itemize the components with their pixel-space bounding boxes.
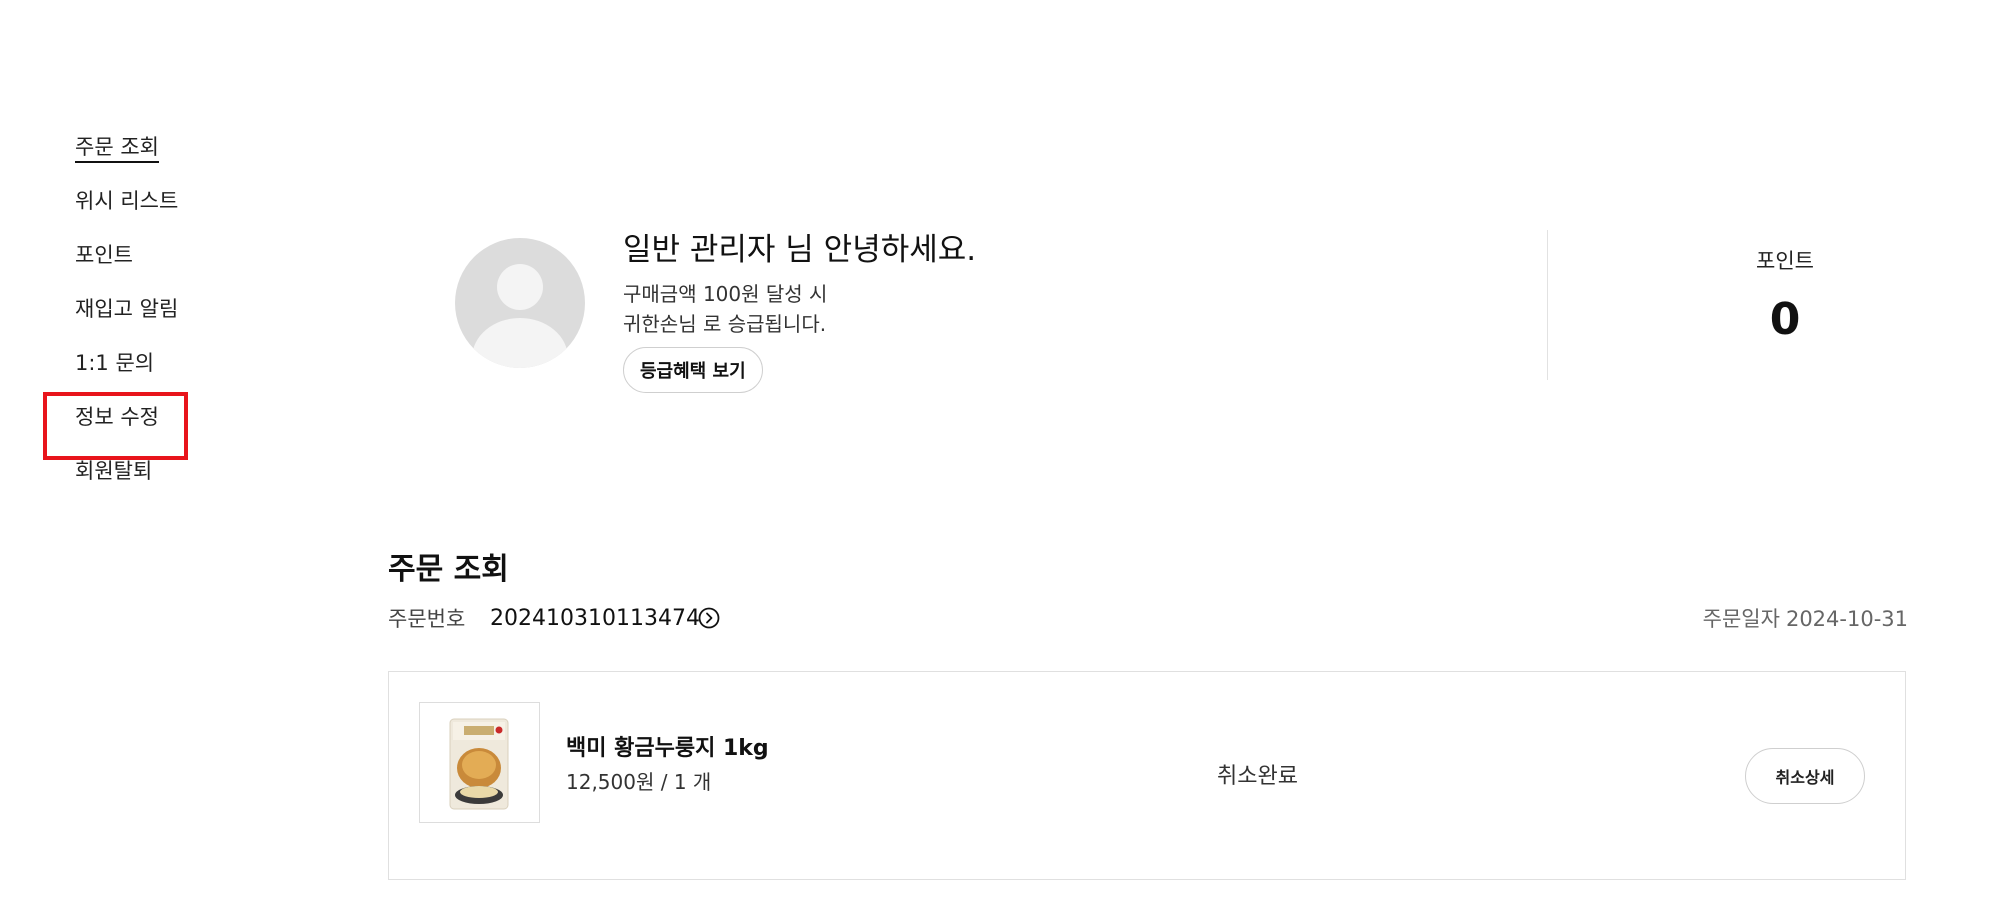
- greeting-text: 일반 관리자 님 안녕하세요.: [623, 232, 977, 268]
- grade-benefits-button[interactable]: 등급혜택 보기: [623, 347, 763, 393]
- sidebar-item-order-history[interactable]: 주문 조회: [75, 132, 235, 163]
- sidebar-item-points[interactable]: 포인트: [75, 240, 235, 270]
- order-date-label: 주문일자: [1702, 607, 1780, 631]
- points-label: 포인트: [1756, 249, 1814, 273]
- sidebar-item-label: 재입고 알림: [75, 297, 179, 321]
- product-name[interactable]: 백미 황금누룽지 1kg: [566, 730, 769, 762]
- sidebar-item-label: 포인트: [75, 243, 133, 267]
- divider: [1547, 230, 1548, 380]
- section-title: 주문 조회: [388, 552, 509, 587]
- order-date-value: 2024-10-31: [1785, 607, 1908, 631]
- order-number-label: 주문번호: [388, 607, 466, 631]
- cancel-detail-button[interactable]: 취소상세: [1745, 748, 1865, 804]
- sidebar-item-label: 위시 리스트: [75, 189, 179, 213]
- sidebar-item-label: 회원탈퇴: [75, 459, 153, 483]
- points-value: 0: [1769, 294, 1801, 345]
- product-price-quantity: 12,500원 / 1 개: [566, 770, 712, 794]
- member-profile: 일반 관리자 님 안녕하세요. 구매금액 100원 달성 시 귀한손님 로 승급…: [455, 230, 1905, 393]
- order-date: 주문일자 2024-10-31: [1703, 602, 1908, 636]
- highlight-box: [43, 392, 188, 460]
- avatar-head: [497, 264, 543, 310]
- circle-chevron-right-icon[interactable]: [698, 607, 720, 629]
- order-number[interactable]: 202410310113474: [490, 602, 700, 636]
- sidebar-item-restock-alert[interactable]: 재입고 알림: [75, 294, 235, 324]
- avatar-body: [472, 318, 568, 368]
- order-meta: 주문번호 202410310113474 주문일자 2024-10-31: [388, 602, 1908, 638]
- avatar: [455, 238, 585, 368]
- sidebar-item-wishlist[interactable]: 위시 리스트: [75, 186, 235, 216]
- grade-condition-text: 구매금액 100원 달성 시: [623, 282, 828, 306]
- sidebar-item-withdraw[interactable]: 회원탈퇴: [75, 456, 235, 486]
- order-history-section: 주문 조회 주문번호 202410310113474 주문일자 2024-10-3…: [388, 550, 1908, 880]
- sidebar-item-label: 주문 조회: [75, 135, 159, 163]
- sidebar-item-inquiry[interactable]: 1:1 문의: [75, 348, 235, 378]
- order-status: 취소완료: [1217, 764, 1298, 789]
- sidebar-item-label: 1:1 문의: [75, 351, 155, 375]
- grade-upgrade-text: 귀한손님 로 승급됩니다.: [623, 312, 827, 336]
- order-item-card: 백미 황금누룽지 1kg 12,500원 / 1 개 취소완료 취소상세: [388, 671, 1906, 880]
- product-thumbnail[interactable]: [419, 702, 540, 823]
